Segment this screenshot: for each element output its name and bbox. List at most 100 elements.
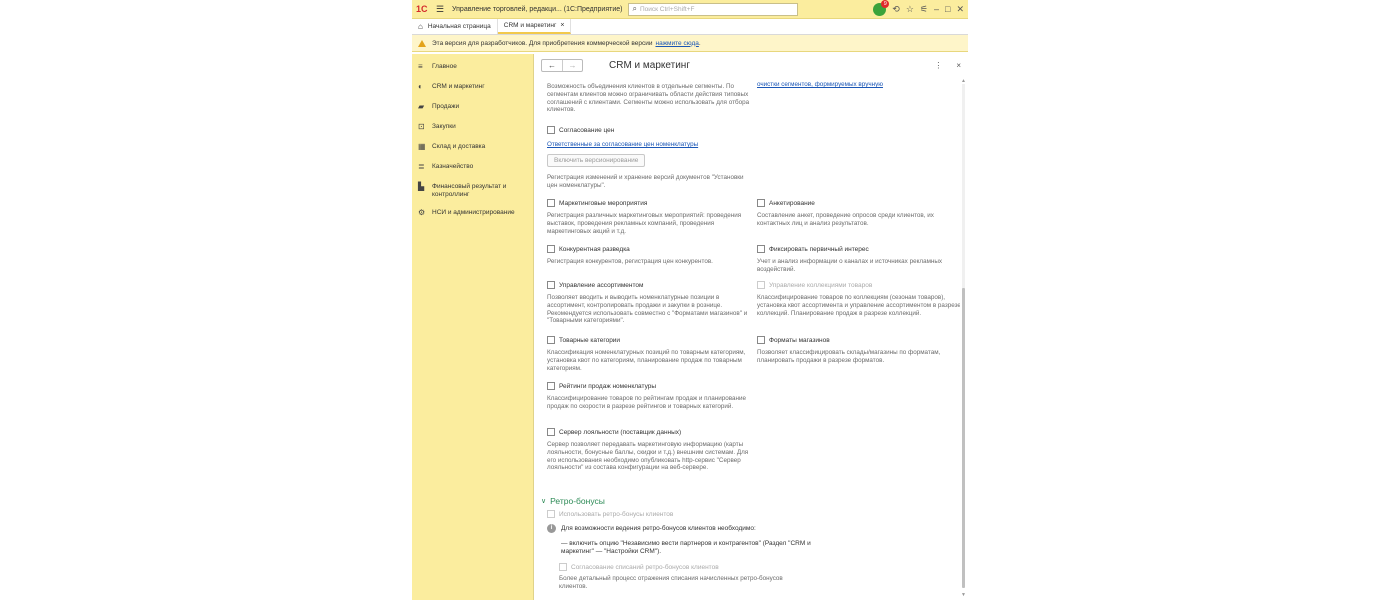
checkbox-label: Фиксировать первичный интерес xyxy=(769,245,869,253)
product-categories-checkbox[interactable]: Товарные категории xyxy=(547,335,752,345)
checkbox-label: Анкетирование xyxy=(769,199,815,207)
coins-icon: ≣ xyxy=(418,162,425,171)
retro-bonus-section-header[interactable]: ∨ Ретро-бонусы xyxy=(541,496,841,506)
history-icon[interactable]: ⟲ xyxy=(892,4,900,15)
global-search-input[interactable]: ⌕ Поиск Ctrl+Shift+F xyxy=(628,2,799,16)
sales-ratings-description: Классифицирование товаров по рейтингам п… xyxy=(547,395,747,410)
retro-bonus-approval-description: Более детальный процесс отражения списан… xyxy=(559,575,783,590)
checkbox-box[interactable] xyxy=(757,245,765,253)
tab-crm[interactable]: CRM и маркетинг × xyxy=(497,19,572,34)
sidebar-item-crm[interactable]: ◐ CRM и маркетинг xyxy=(412,78,533,98)
versioning-description: Регистрация изменений и хранение версий … xyxy=(547,174,744,189)
forward-button[interactable]: → xyxy=(562,59,582,71)
checkbox-box xyxy=(547,510,555,518)
settings-menu-icon[interactable]: ⚟ xyxy=(920,4,928,15)
checkbox-label: Согласование списаний ретро-бонусов клие… xyxy=(571,563,719,571)
scroll-down-icon[interactable]: ▼ xyxy=(961,592,966,598)
tab-close-icon[interactable]: × xyxy=(560,22,564,29)
bar-chart-icon: ▙ xyxy=(418,182,425,191)
sidebar-item-admin[interactable]: ⚙ НСИ и администрирование xyxy=(412,204,533,224)
competitor-intel-checkbox[interactable]: Конкурентная разведка xyxy=(547,244,752,254)
checkbox-label: Товарные категории xyxy=(559,336,621,344)
sales-ratings-checkbox[interactable]: Рейтинги продаж номенклатуры xyxy=(547,381,752,391)
product-categories-description: Классификация номенклатурных позиций по … xyxy=(547,349,746,372)
checkbox-box xyxy=(559,563,567,571)
app-window: 1С ☰ Управление торговлей, редакци... (1… xyxy=(412,0,968,600)
sidebar-item-label: CRM и маркетинг xyxy=(432,83,485,90)
checkbox-label: Управление коллекциями товаров xyxy=(769,281,873,289)
search-icon: ⌕ xyxy=(632,4,637,13)
checkbox-box[interactable] xyxy=(547,126,555,134)
sidebar-item-label: Продажи xyxy=(432,103,460,110)
questionnaire-checkbox[interactable]: Анкетирование xyxy=(757,198,960,208)
enable-versioning-button[interactable]: Включить версионирование xyxy=(547,154,646,167)
bag-icon: ▰ xyxy=(418,102,425,111)
vertical-scrollbar[interactable]: ▲ ▼ xyxy=(961,78,966,598)
retro-bonus-use-checkbox: Использовать ретро-бонусы клиентов xyxy=(547,509,752,519)
checkbox-box[interactable] xyxy=(547,382,555,390)
price-approval-responsible-link[interactable]: Ответственные за согласование цен номенк… xyxy=(547,141,698,148)
section-title: Ретро-бонусы xyxy=(550,496,605,506)
sidebar-item-finance[interactable]: ▙ Финансовый результат и контроллинг xyxy=(412,178,533,204)
menu-list-icon: ≡ xyxy=(418,62,423,71)
sidebar-item-purchases[interactable]: ⊡ Закупки xyxy=(412,118,533,138)
back-button[interactable]: ← xyxy=(542,60,562,71)
notifications-icon[interactable]: 9 xyxy=(873,0,890,16)
more-actions-icon[interactable]: ⋮ xyxy=(934,61,942,70)
checkbox-box xyxy=(757,281,765,289)
tab-home[interactable]: ⌂ Начальная страница xyxy=(412,19,498,34)
maximize-icon[interactable]: □ xyxy=(945,4,950,14)
pie-chart-icon: ◐ xyxy=(418,82,423,91)
marketing-events-checkbox[interactable]: Маркетинговые мероприятия xyxy=(547,198,752,208)
sidebar-item-warehouse[interactable]: ▦ Склад и доставка xyxy=(412,138,533,158)
chevron-down-icon: ∨ xyxy=(541,498,547,505)
close-window-icon[interactable]: ✕ xyxy=(956,4,964,15)
info-icon: i xyxy=(547,524,556,533)
assortment-description: Позволяет вводить и выводить номенклатур… xyxy=(547,294,748,325)
assortment-checkbox[interactable]: Управление ассортиментом xyxy=(547,280,752,290)
checkbox-label: Сервер лояльности (поставщик данных) xyxy=(559,428,682,436)
checkbox-box[interactable] xyxy=(547,245,555,253)
minimize-icon[interactable]: – xyxy=(934,4,939,14)
warning-text: Эта версия для разработчиков. Для приобр… xyxy=(432,39,653,47)
retro-bonus-step-text: — включить опцию "Независимо вести партн… xyxy=(561,540,811,555)
loyalty-server-checkbox[interactable]: Сервер лояльности (поставщик данных) xyxy=(547,427,752,437)
dev-version-warning: Эта версия для разработчиков. Для приобр… xyxy=(412,35,968,52)
primary-interest-checkbox[interactable]: Фиксировать первичный интерес xyxy=(757,244,960,254)
checkbox-label: Конкурентная разведка xyxy=(559,245,630,253)
checkbox-box[interactable] xyxy=(547,281,555,289)
sidebar-item-main[interactable]: ≡ Главное xyxy=(412,58,533,78)
competitor-intel-description: Регистрация конкурентов, регистрация цен… xyxy=(547,258,713,265)
collections-description: Классифицирование товаров по коллекциям … xyxy=(757,294,960,317)
checkbox-box[interactable] xyxy=(757,336,765,344)
loyalty-server-description: Сервер позволяет передавать маркетингову… xyxy=(547,441,749,472)
tab-home-label: Начальная страница xyxy=(427,23,491,30)
tab-crm-label: CRM и маркетинг xyxy=(503,22,557,29)
sidebar-item-sales[interactable]: ▰ Продажи xyxy=(412,98,533,118)
checkbox-label: Форматы магазинов xyxy=(769,336,830,344)
main-menu-icon[interactable]: ☰ xyxy=(436,4,448,15)
sidebar-item-label: Главное xyxy=(432,63,457,70)
settings-scroll-area[interactable]: Возможность объединения клиентов в отдел… xyxy=(534,78,960,600)
retro-bonus-info-text: Для возможности ведения ретро-бонусов кл… xyxy=(561,524,756,532)
scrollbar-thumb[interactable] xyxy=(962,288,965,588)
checkbox-box[interactable] xyxy=(547,336,555,344)
checkbox-box[interactable] xyxy=(547,199,555,207)
gear-icon: ⚙ xyxy=(418,208,426,217)
sidebar-item-label: Закупки xyxy=(432,123,456,130)
segments-clear-link[interactable]: очистки сегментов, формируемых вручную xyxy=(757,81,883,88)
favorites-icon[interactable]: ☆ xyxy=(906,4,914,15)
checkbox-box[interactable] xyxy=(757,199,765,207)
checkbox-box[interactable] xyxy=(547,428,555,436)
1c-logo: 1С xyxy=(416,4,428,14)
price-approval-checkbox[interactable]: Согласование цен xyxy=(547,125,752,135)
close-page-icon[interactable]: × xyxy=(956,61,961,70)
app-title: Управление торговлей, редакци... (1С:Пре… xyxy=(452,5,623,13)
sections-sidebar: ≡ Главное ◐ CRM и маркетинг ▰ Продажи ⊡ Заку… xyxy=(412,54,534,600)
checkbox-label: Использовать ретро-бонусы клиентов xyxy=(559,510,674,518)
sidebar-item-treasury[interactable]: ≣ Казначейство xyxy=(412,158,533,178)
store-formats-description: Позволяет классифицировать склады/магази… xyxy=(757,349,941,364)
buy-link[interactable]: нажмите сюда xyxy=(655,40,698,47)
store-formats-checkbox[interactable]: Форматы магазинов xyxy=(757,335,960,345)
content-area: ← → CRM и маркетинг ⋮ × Возможность объе… xyxy=(534,54,968,600)
